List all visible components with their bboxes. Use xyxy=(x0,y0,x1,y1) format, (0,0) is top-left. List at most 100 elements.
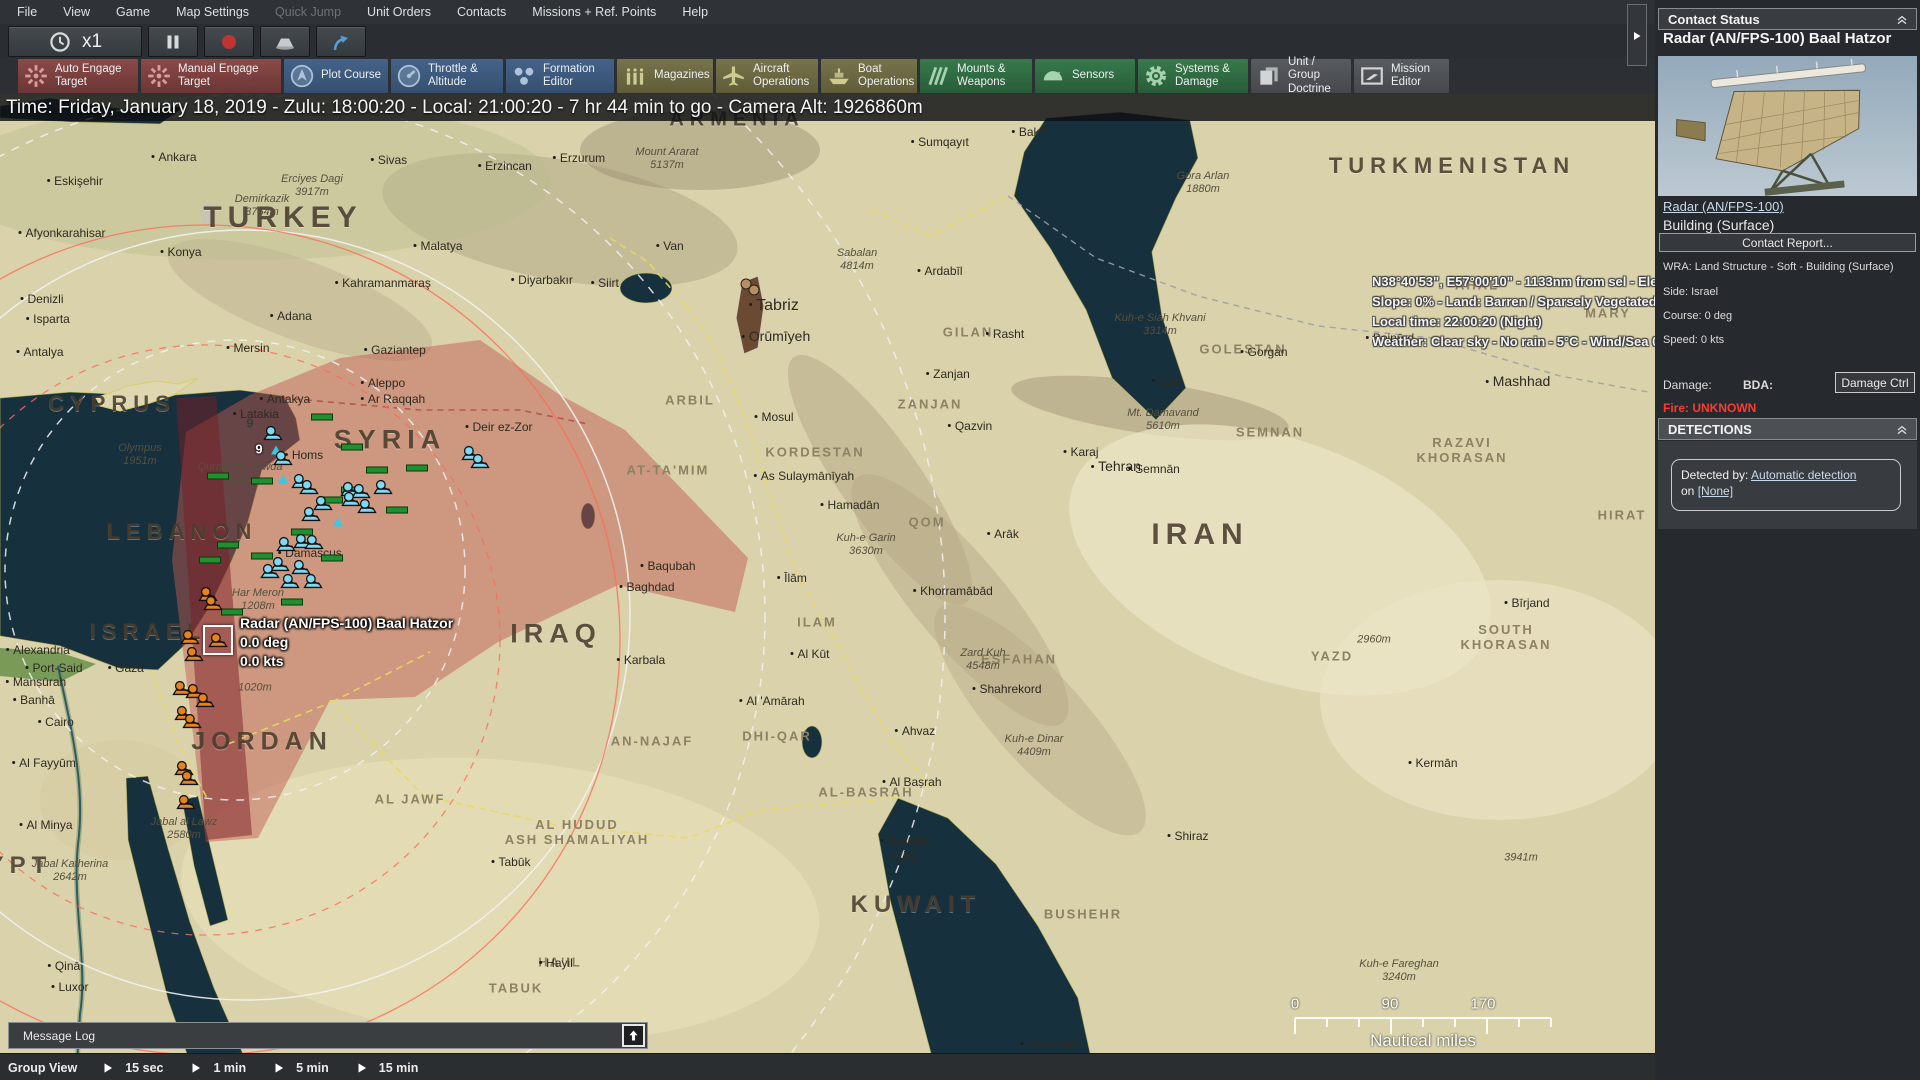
map-label-malatya: Malatya xyxy=(413,239,462,253)
menu-view[interactable]: View xyxy=(50,0,103,24)
unit-hostile[interactable] xyxy=(469,454,491,469)
map-label-jabal-al-lawz: Jabal al Lawz 2580m xyxy=(151,816,218,842)
chevron-double-up-icon xyxy=(1894,421,1910,437)
toolbar-magazines[interactable]: Magazines xyxy=(617,59,713,93)
map-label-al-fayy-m: Al Fayyūm xyxy=(12,756,76,770)
map-viewport[interactable]: TURKEYSYRIAIRAQIRANJORDANKUWAITCYPRUSLEB… xyxy=(0,94,1655,1080)
record-button[interactable] xyxy=(204,26,254,57)
map-label-khorram-b-d: Khorramābād xyxy=(913,584,993,598)
menu-help[interactable]: Help xyxy=(669,0,721,24)
pause-button[interactable] xyxy=(148,26,198,57)
unit-friendly[interactable] xyxy=(179,630,201,645)
map-label-banh: Banhā xyxy=(13,693,55,707)
toolbar-unit-group-doctrine[interactable]: Unit / Group Doctrine xyxy=(1251,59,1351,93)
speed-preset-15-min[interactable]: 15 min xyxy=(355,1061,419,1075)
unit-friendly[interactable] xyxy=(183,647,205,662)
menu-missions-ref-points[interactable]: Missions + Ref. Points xyxy=(519,0,669,24)
contact-db-link[interactable]: Radar (AN/FPS-100) xyxy=(1663,199,1784,214)
unit-friendly[interactable] xyxy=(175,795,197,810)
toolbar-plot-course[interactable]: Plot Course xyxy=(284,59,388,93)
unit-friendly[interactable] xyxy=(194,693,216,708)
map-label-erzincan: Erzincan xyxy=(478,159,532,173)
unit-hostile[interactable] xyxy=(298,480,320,495)
unit-hostile[interactable] xyxy=(259,564,281,579)
cursor-info-line: N38°40'53", E57°00'10" - 1133nm from sel… xyxy=(1372,272,1655,292)
unit-friendly[interactable] xyxy=(181,714,203,729)
replay-button[interactable] xyxy=(260,26,310,57)
gear-icon xyxy=(1143,63,1169,89)
map-canvas[interactable]: TURKEYSYRIAIRAQIRANJORDANKUWAITCYPRUSLEB… xyxy=(0,94,1655,1080)
menu-file[interactable]: File xyxy=(4,0,50,24)
menu-map-settings[interactable]: Map Settings xyxy=(163,0,262,24)
selected-unit-name: Radar (AN/FPS-100) Baal Hatzor xyxy=(240,614,453,633)
speed-preset-1-min[interactable]: 1 min xyxy=(189,1061,246,1075)
menu-quick-jump[interactable]: Quick Jump xyxy=(262,0,354,24)
play-triangle-icon xyxy=(272,1061,286,1075)
sidebar-collapse-button[interactable] xyxy=(1627,4,1647,66)
chevron-double-up-icon xyxy=(1894,11,1910,27)
map-label-as-sulaym-n-yah: As Sulaymānīyah xyxy=(754,469,854,483)
toolbar-mission-editor[interactable]: Mission Editor xyxy=(1354,59,1449,93)
unit-air-marker[interactable] xyxy=(278,475,288,484)
detection-target-link[interactable]: [None] xyxy=(1698,484,1733,498)
unit-neutral[interactable] xyxy=(749,285,760,296)
facility-strip[interactable] xyxy=(386,507,408,514)
selected-unit-box[interactable] xyxy=(203,625,233,655)
map-label-siirt: Siirt xyxy=(591,276,619,290)
detections-header[interactable]: DETECTIONS xyxy=(1658,418,1917,440)
facility-strip[interactable] xyxy=(199,557,221,564)
menu-unit-orders[interactable]: Unit Orders xyxy=(354,0,444,24)
unit-hostile[interactable] xyxy=(302,574,324,589)
contact-status-header[interactable]: Contact Status xyxy=(1658,8,1917,30)
unit-hostile[interactable] xyxy=(303,535,325,550)
unit-air-marker[interactable] xyxy=(333,518,343,527)
facility-strip[interactable] xyxy=(207,473,229,480)
toolbar-manual-engage-target[interactable]: Manual Engage Target xyxy=(141,59,281,93)
toolbar-sensors[interactable]: Sensors xyxy=(1035,59,1135,93)
map-label-tabriz: Tabriz xyxy=(749,297,799,315)
toolbar-systems-damage[interactable]: Systems & Damage xyxy=(1138,59,1248,93)
time-status-text: Time: Friday, January 18, 2019 - Zulu: 1… xyxy=(6,97,923,119)
unit-hostile[interactable] xyxy=(262,426,284,441)
damage-ctrl-button[interactable]: Damage Ctrl xyxy=(1835,372,1915,393)
unit-hostile[interactable] xyxy=(372,480,394,495)
facility-strip[interactable] xyxy=(311,414,333,421)
unit-hostile[interactable] xyxy=(356,499,378,514)
toolbar-auto-engage-target[interactable]: Auto Engage Target xyxy=(18,59,138,93)
time-compression-button[interactable]: x1 xyxy=(8,26,142,57)
unit-hostile[interactable] xyxy=(300,507,322,522)
facility-strip[interactable] xyxy=(251,478,273,485)
menu-contacts[interactable]: Contacts xyxy=(444,0,519,24)
unit-hostile[interactable] xyxy=(290,560,312,575)
facility-strip[interactable] xyxy=(366,467,388,474)
map-label-al-am-rah: Al 'Amārah xyxy=(739,694,804,708)
facility-strip[interactable] xyxy=(406,465,428,472)
speed-preset-15-sec[interactable]: 15 sec xyxy=(101,1061,163,1075)
unit-hostile[interactable] xyxy=(279,574,301,589)
quick-jump-button[interactable] xyxy=(316,26,366,57)
map-label-zanjan: Zanjan xyxy=(926,367,970,381)
facility-strip[interactable] xyxy=(217,542,239,549)
facility-strip[interactable] xyxy=(281,599,303,606)
map-label-al-hudud: AL HUDUD ASH SHAMALIYAH xyxy=(505,817,650,847)
toolbar-mounts-weapons[interactable]: Mounts & Weapons xyxy=(920,59,1032,93)
engage-icon xyxy=(23,63,49,89)
toolbar-throttle-altitude[interactable]: Throttle & Altitude xyxy=(391,59,503,93)
unit-friendly[interactable] xyxy=(178,771,200,786)
toolbar-aircraft-operations[interactable]: Aircraft Operations xyxy=(716,59,818,93)
map-label-gorgan: Gorgan xyxy=(1240,345,1287,359)
facility-strip[interactable] xyxy=(321,555,343,562)
speed-preset-5-min[interactable]: 5 min xyxy=(272,1061,329,1075)
unit-friendly[interactable] xyxy=(202,596,224,611)
map-label-tab-k: Tabūk xyxy=(491,855,530,869)
message-log-expand-button[interactable] xyxy=(622,1024,645,1047)
toolbar-boat-operations[interactable]: Boat Operations xyxy=(821,59,917,93)
contact-report-button[interactable]: Contact Report... xyxy=(1659,233,1916,252)
facility-strip[interactable] xyxy=(341,444,363,451)
unit-hostile[interactable] xyxy=(272,451,294,466)
unit-hostile[interactable] xyxy=(275,537,297,552)
menu-game[interactable]: Game xyxy=(103,0,163,24)
detected-by-link[interactable]: Automatic detection xyxy=(1751,468,1856,482)
toolbar-formation-editor[interactable]: Formation Editor xyxy=(506,59,614,93)
group-view-button[interactable]: Group View xyxy=(8,1061,77,1075)
